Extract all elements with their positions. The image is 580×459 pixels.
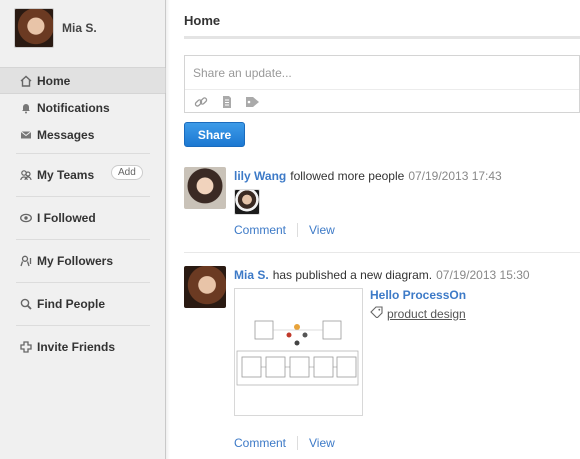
composer-toolbar: [185, 89, 579, 113]
sidebar-item-my-followers[interactable]: My Followers: [0, 245, 166, 277]
envelope-icon: [20, 129, 32, 141]
sidebar-item-label: My Followers: [37, 254, 114, 268]
main-content: Home Share lily Wang followed more people…: [184, 0, 580, 459]
view-link[interactable]: View: [309, 436, 335, 450]
user-link[interactable]: lily Wang: [234, 169, 286, 183]
diagram-thumbnail[interactable]: [234, 288, 363, 416]
team-icon: [20, 169, 32, 181]
avatar[interactable]: [184, 266, 226, 308]
divider: [16, 153, 150, 154]
feed-action-text: followed more people: [290, 169, 405, 183]
comment-link[interactable]: Comment: [234, 223, 286, 237]
feed-item: Mia S. has published a new diagram. 07/19/…: [184, 266, 580, 459]
feed-action-text: has published a new diagram.: [272, 268, 433, 282]
sidebar-item-home[interactable]: Home: [0, 67, 166, 94]
user-link[interactable]: Mia S.: [234, 268, 269, 282]
sidebar-item-label: My Teams: [37, 168, 95, 182]
profile[interactable]: Mia S.: [14, 8, 97, 48]
tag-icon[interactable]: [245, 94, 261, 110]
title-divider: [184, 36, 580, 39]
avatar[interactable]: [14, 8, 54, 48]
divider: [184, 252, 580, 253]
search-people-icon: [20, 298, 32, 310]
sidebar-item-label: Find People: [37, 297, 106, 311]
document-icon[interactable]: [219, 94, 235, 110]
home-icon: [20, 75, 32, 87]
sidebar-item-label: I Followed: [37, 211, 96, 225]
sidebar-item-messages[interactable]: Messages: [0, 121, 166, 148]
add-team-button[interactable]: Add: [111, 165, 143, 180]
comment-link[interactable]: Comment: [234, 436, 286, 450]
timestamp: 07/19/2013 15:30: [436, 268, 530, 282]
feed-actions: Comment View: [234, 223, 335, 237]
sidebar-item-label: Home: [37, 73, 71, 88]
divider: [16, 282, 150, 283]
sidebar-item-i-followed[interactable]: I Followed: [0, 202, 166, 234]
sidebar-item-invite-friends[interactable]: Invite Friends: [0, 331, 166, 363]
diagram-title-link[interactable]: Hello ProcessOn: [370, 288, 466, 302]
tag-link[interactable]: product design: [387, 307, 466, 321]
sidebar-nav: Home Notifications Messages My Teams Add: [0, 67, 166, 363]
sidebar-item-my-teams[interactable]: My Teams Add: [0, 159, 166, 191]
followed-user-avatar[interactable]: [234, 189, 260, 215]
feed-line: Mia S. has published a new diagram. 07/19/…: [234, 268, 530, 282]
feed-item: lily Wang followed more people 07/19/2013 …: [184, 167, 580, 257]
diagram-tag: product design: [370, 306, 466, 321]
eye-icon: [20, 212, 32, 224]
link-icon[interactable]: [193, 94, 209, 110]
view-link[interactable]: View: [309, 223, 335, 237]
sidebar-item-label: Invite Friends: [37, 340, 116, 354]
divider: [297, 436, 299, 450]
divider: [297, 223, 299, 237]
page-title: Home: [184, 13, 221, 28]
share-update-input[interactable]: [185, 56, 579, 89]
sidebar-item-label: Messages: [37, 127, 95, 142]
divider: [16, 239, 150, 240]
sidebar-item-label: Notifications: [37, 100, 110, 115]
share-button[interactable]: Share: [184, 122, 245, 147]
feed-actions: Comment View: [234, 436, 335, 450]
bell-icon: [20, 102, 32, 114]
profile-name[interactable]: Mia S.: [62, 21, 97, 35]
tag-icon: [370, 306, 383, 321]
followers-icon: [20, 255, 32, 267]
avatar[interactable]: [184, 167, 226, 209]
feed-line: lily Wang followed more people 07/19/2013 …: [234, 169, 502, 183]
sidebar-item-find-people[interactable]: Find People: [0, 288, 166, 320]
update-composer: [184, 55, 580, 113]
sidebar: Mia S. Home Notifications Messages My Te…: [0, 0, 170, 459]
divider: [16, 325, 150, 326]
sidebar-item-notifications[interactable]: Notifications: [0, 94, 166, 121]
divider: [16, 196, 150, 197]
plus-icon: [20, 341, 32, 353]
timestamp: 07/19/2013 17:43: [408, 169, 502, 183]
